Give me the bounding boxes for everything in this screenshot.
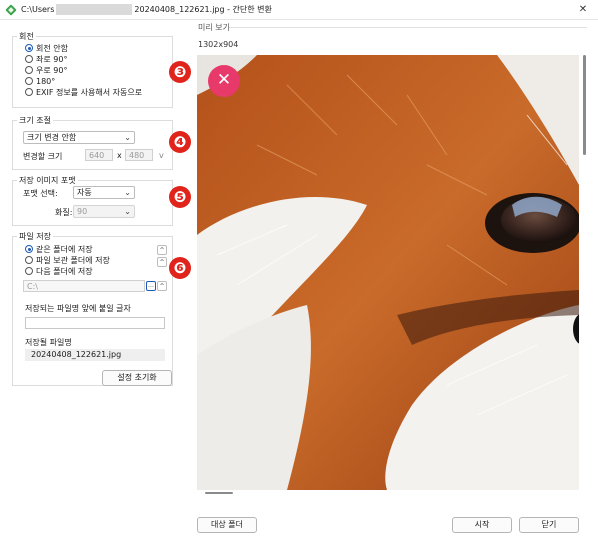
- radio-icon[interactable]: [25, 55, 33, 63]
- rotation-group: 회전 회전 안함 좌로 90° 우로 90° 180° EXIF 정보를 사용해…: [12, 31, 173, 108]
- save-up-button-2[interactable]: ^: [157, 257, 167, 267]
- save-options: 같은 폴더에 저장 파일 보관 폴더에 저장 다음 폴더에 저장: [25, 244, 110, 277]
- chevron-down-icon: ⌄: [124, 188, 131, 197]
- window-title-file: 20240408_122621.jpg - 간단한 변환: [134, 5, 272, 14]
- title-bar: C:\Users 20240408_122621.jpg - 간단한 변환 ✕: [0, 0, 598, 20]
- rotation-option-exif[interactable]: EXIF 정보를 사용해서 자동으로: [25, 87, 142, 97]
- preview-image: [197, 55, 579, 490]
- rotation-option-180[interactable]: 180°: [25, 76, 142, 86]
- resize-width-input[interactable]: 640: [85, 149, 113, 161]
- window-title-path: C:\Users: [21, 5, 55, 14]
- preview-dimensions: 1302x904: [198, 40, 239, 49]
- resize-size-label: 변경할 크기: [23, 152, 63, 161]
- preview-label: 미리 보기: [198, 23, 230, 32]
- resize-group: 크기 조절 크기 변경 안함 ⌄ 변경할 크기 640 x 480 v: [12, 115, 173, 170]
- close-button[interactable]: 닫기: [519, 517, 579, 533]
- format-legend: 저장 이미지 포맷: [17, 175, 78, 186]
- format-select[interactable]: 자동 ⌄: [73, 186, 135, 199]
- scroll-thumb[interactable]: [205, 492, 233, 494]
- radio-icon[interactable]: [25, 88, 33, 96]
- annotation-badge-6: ❻: [169, 257, 191, 279]
- resize-height-input[interactable]: 480: [125, 149, 153, 161]
- save-legend: 파일 저장: [17, 231, 53, 242]
- reset-settings-button[interactable]: 설정 초기화: [102, 370, 172, 386]
- annotation-badge-4: ❹: [169, 131, 191, 153]
- annotation-badge-3: ❸: [169, 61, 191, 83]
- annotation-badge-5: ❺: [169, 186, 191, 208]
- chevron-down-icon: ⌄: [124, 207, 131, 216]
- save-option-next-folder[interactable]: 다음 폴더에 저장: [25, 266, 110, 276]
- filename-value: 20240408_122621.jpg: [25, 349, 165, 361]
- prefix-label: 저장되는 파일명 앞에 붙일 글자: [25, 304, 131, 313]
- filename-label: 저장될 파일명: [25, 338, 72, 347]
- radio-icon[interactable]: [25, 77, 33, 85]
- redacted-username: [56, 4, 133, 15]
- save-option-same-folder[interactable]: 같은 폴더에 저장: [25, 244, 110, 254]
- format-group: 저장 이미지 포맷 포맷 선택: 자동 ⌄ 화질: 90 ⌄: [12, 175, 173, 226]
- rotation-options: 회전 안함 좌로 90° 우로 90° 180° EXIF 정보를 사용해서 자…: [25, 43, 142, 98]
- preview-close-icon[interactable]: ✕: [208, 65, 240, 97]
- app-icon: [6, 5, 16, 15]
- quality-select[interactable]: 90 ⌄: [73, 205, 135, 218]
- save-up-button-1[interactable]: ^: [157, 245, 167, 255]
- radio-icon[interactable]: [25, 245, 33, 253]
- rotation-option-right[interactable]: 우로 90°: [25, 65, 142, 75]
- prefix-input[interactable]: [25, 317, 165, 329]
- rotation-option-none[interactable]: 회전 안함: [25, 43, 142, 53]
- rotation-legend: 회전: [17, 31, 36, 42]
- window-close-icon[interactable]: ✕: [576, 3, 590, 17]
- resize-separator: x: [117, 151, 122, 160]
- save-up-button-3[interactable]: ^: [157, 281, 167, 291]
- radio-icon[interactable]: [25, 267, 33, 275]
- chevron-down-icon: ⌄: [124, 133, 131, 142]
- red-panda-photo: [197, 55, 579, 490]
- save-group: 파일 저장 같은 폴더에 저장 파일 보관 폴더에 저장 다음 폴더에 저장 ^…: [12, 231, 173, 386]
- resize-legend: 크기 조절: [17, 115, 53, 126]
- radio-icon[interactable]: [25, 66, 33, 74]
- scroll-thumb[interactable]: [583, 55, 586, 155]
- target-folder-button[interactable]: 대상 폴더: [197, 517, 257, 533]
- format-select-label: 포맷 선택:: [23, 189, 58, 198]
- save-folder-input[interactable]: C:\: [23, 280, 145, 292]
- browse-folder-button[interactable]: ...: [146, 281, 156, 291]
- start-button[interactable]: 시작: [452, 517, 512, 533]
- preview-divider: [229, 27, 587, 28]
- radio-icon[interactable]: [25, 256, 33, 264]
- resize-mode-select[interactable]: 크기 변경 안함 ⌄: [23, 131, 135, 144]
- rotation-option-left[interactable]: 좌로 90°: [25, 54, 142, 64]
- save-option-archive-folder[interactable]: 파일 보관 폴더에 저장: [25, 255, 110, 265]
- preview-horizontal-scrollbar[interactable]: [197, 492, 579, 496]
- preview-vertical-scrollbar[interactable]: [583, 55, 587, 490]
- quality-label: 화질:: [55, 208, 73, 217]
- radio-icon[interactable]: [25, 44, 33, 52]
- resize-unit-dropdown[interactable]: v: [159, 151, 164, 160]
